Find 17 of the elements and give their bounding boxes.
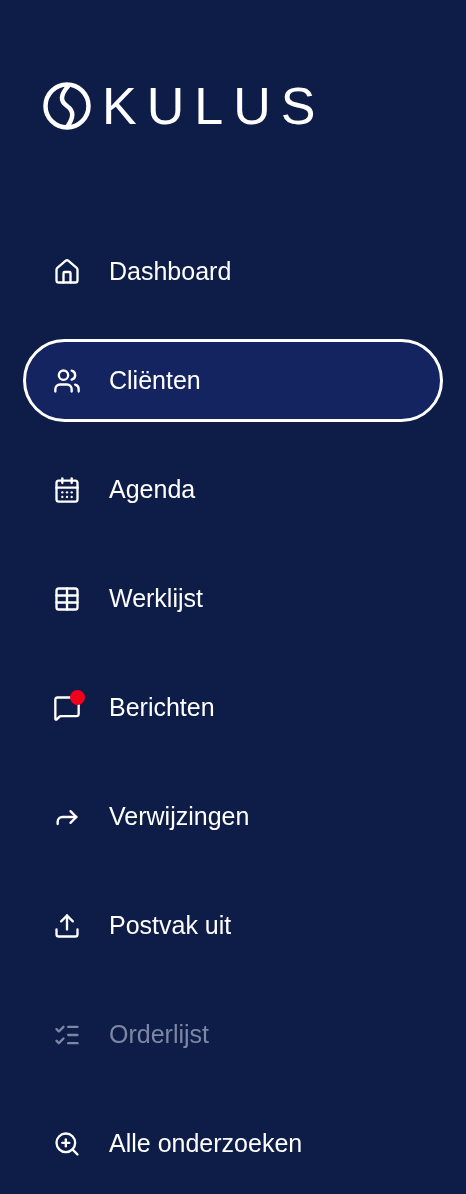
logo-text: KULUS <box>102 80 326 132</box>
home-icon <box>53 257 81 286</box>
nav-item[interactable]: Alle onderzoeken <box>23 1102 443 1185</box>
nav-item[interactable]: Postvak uit <box>23 884 443 967</box>
upload-tray-icon <box>53 911 81 940</box>
calendar-icon <box>53 475 81 504</box>
nav-item[interactable]: Berichten <box>23 666 443 749</box>
nav-item[interactable]: Verwijzingen <box>23 775 443 858</box>
logo-mark-icon <box>42 81 92 131</box>
nav-item[interactable]: Dashboard <box>23 230 443 313</box>
table-icon <box>53 584 81 613</box>
nav-item[interactable]: Agenda <box>23 448 443 531</box>
nav-item[interactable]: Werklijst <box>23 557 443 640</box>
chat-bubble-icon <box>53 693 81 722</box>
nav-item[interactable]: Cliënten <box>23 339 443 422</box>
zoom-in-icon <box>53 1129 81 1158</box>
users-icon <box>53 366 81 395</box>
